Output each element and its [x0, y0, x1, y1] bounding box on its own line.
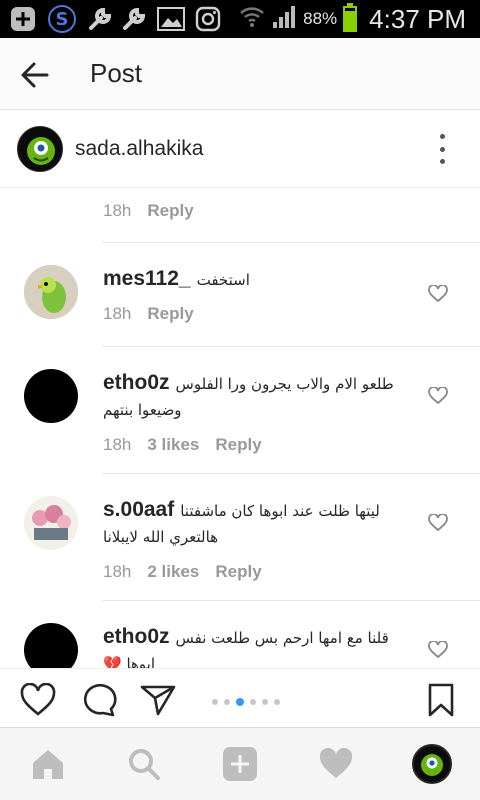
comment-meta: 18h Reply [103, 201, 403, 221]
battery-percent: 88% [303, 9, 338, 28]
comment-time: 18h [103, 304, 132, 323]
comment-item: etho0z قلنا مع امها ارحم بس طلعت نفس ابو… [0, 601, 480, 668]
comment-item: s.00aaf ليتها ظلت عند ابوها كان ماشفتنا … [0, 474, 480, 601]
signal-icon [271, 4, 297, 35]
comment-text-line2: ابوها 💔 [103, 655, 156, 668]
status-bar: S 88% 4:37 PM [0, 0, 480, 38]
heart-outline-icon[interactable] [20, 682, 56, 717]
pager-dot [250, 699, 256, 705]
bookmark-icon[interactable] [426, 683, 462, 717]
battery-icon [343, 3, 358, 32]
pager-dot [236, 698, 244, 706]
battery-fill [345, 10, 356, 30]
owner-avatar[interactable] [17, 126, 63, 172]
comment-time: 18h [103, 562, 132, 581]
likes-count[interactable]: 2 likes [147, 562, 199, 582]
like-heart-icon[interactable] [428, 513, 448, 532]
like-heart-icon[interactable] [428, 386, 448, 405]
comment-avatar[interactable] [24, 265, 78, 319]
carousel-indicator [212, 698, 280, 706]
pager-dot [212, 699, 218, 705]
pager-dot [274, 699, 280, 705]
post-owner-bar: sada.alhakika [0, 110, 480, 188]
comment-meta: 18h 3 likes Reply [103, 435, 403, 455]
comment-avatar[interactable] [24, 369, 78, 423]
page-title: Post [90, 58, 143, 88]
heart-icon[interactable] [318, 746, 354, 782]
comment-time: 18h [103, 435, 132, 454]
app-header: Post [0, 38, 480, 110]
wrench-icon [120, 6, 148, 32]
comment-meta: 18h Reply [103, 304, 403, 324]
comment-item: mes112_ استخفت 18h Reply [0, 243, 480, 347]
home-icon[interactable] [30, 746, 66, 782]
svg-text:S: S [56, 9, 69, 30]
wrench-icon [86, 6, 114, 32]
comment-avatar[interactable] [24, 496, 78, 550]
owner-username[interactable]: sada.alhakika [75, 137, 203, 161]
comment-item: etho0z طلعو الام والاب يجرون ورا الفلوس … [0, 347, 480, 474]
comment-avatar[interactable] [24, 623, 78, 668]
add-notification-icon [8, 6, 38, 32]
pager-dot [224, 699, 230, 705]
wifi-icon [239, 5, 265, 34]
like-heart-icon[interactable] [428, 284, 448, 303]
comment-text: طلعو الام والاب يجرون ورا الفلوس [175, 375, 394, 393]
comment-text-line2: وضيعوا بنتهم [103, 401, 182, 419]
comment-text: ليتها ظلت عند ابوها كان ماشفتنا [180, 502, 380, 520]
comment-meta: 18h 2 likes Reply [103, 562, 403, 582]
reply-button[interactable]: Reply [147, 304, 193, 324]
like-heart-icon[interactable] [428, 640, 448, 659]
image-icon [156, 6, 186, 32]
comment-time: 18h [103, 201, 132, 220]
comment-text-line2: هالتعري الله لايبلانا [103, 528, 219, 546]
comment-username[interactable]: etho0z [103, 625, 170, 649]
comments-list[interactable]: 18h Reply mes112_ استخفت 18h Reply etho0… [0, 188, 480, 668]
search-icon[interactable] [126, 746, 162, 782]
profile-avatar[interactable] [412, 744, 452, 784]
add-icon[interactable] [222, 746, 258, 782]
bottom-tab-bar [0, 727, 480, 800]
comment-username[interactable]: s.00aaf [103, 498, 174, 522]
comment-icon[interactable] [81, 683, 117, 717]
reply-button[interactable]: Reply [215, 435, 261, 455]
comment-username[interactable]: etho0z [103, 371, 170, 395]
instagram-icon [194, 6, 222, 32]
reply-button[interactable]: Reply [147, 201, 193, 221]
post-action-bar [0, 668, 480, 726]
comment-text: استخفت [196, 271, 250, 289]
more-vertical-icon[interactable] [436, 134, 448, 164]
pager-dot [262, 699, 268, 705]
send-icon[interactable] [140, 683, 176, 717]
likes-count[interactable]: 3 likes [147, 435, 199, 455]
comment-text: قلنا مع امها ارحم بس طلعت نفس [175, 629, 389, 647]
comment-username[interactable]: mes112_ [103, 267, 191, 291]
reply-button[interactable]: Reply [215, 562, 261, 582]
comment-item: 18h Reply [0, 188, 480, 243]
arrow-left-icon[interactable] [18, 58, 52, 92]
s-app-icon: S [46, 5, 78, 33]
status-time: 4:37 PM [369, 3, 466, 34]
